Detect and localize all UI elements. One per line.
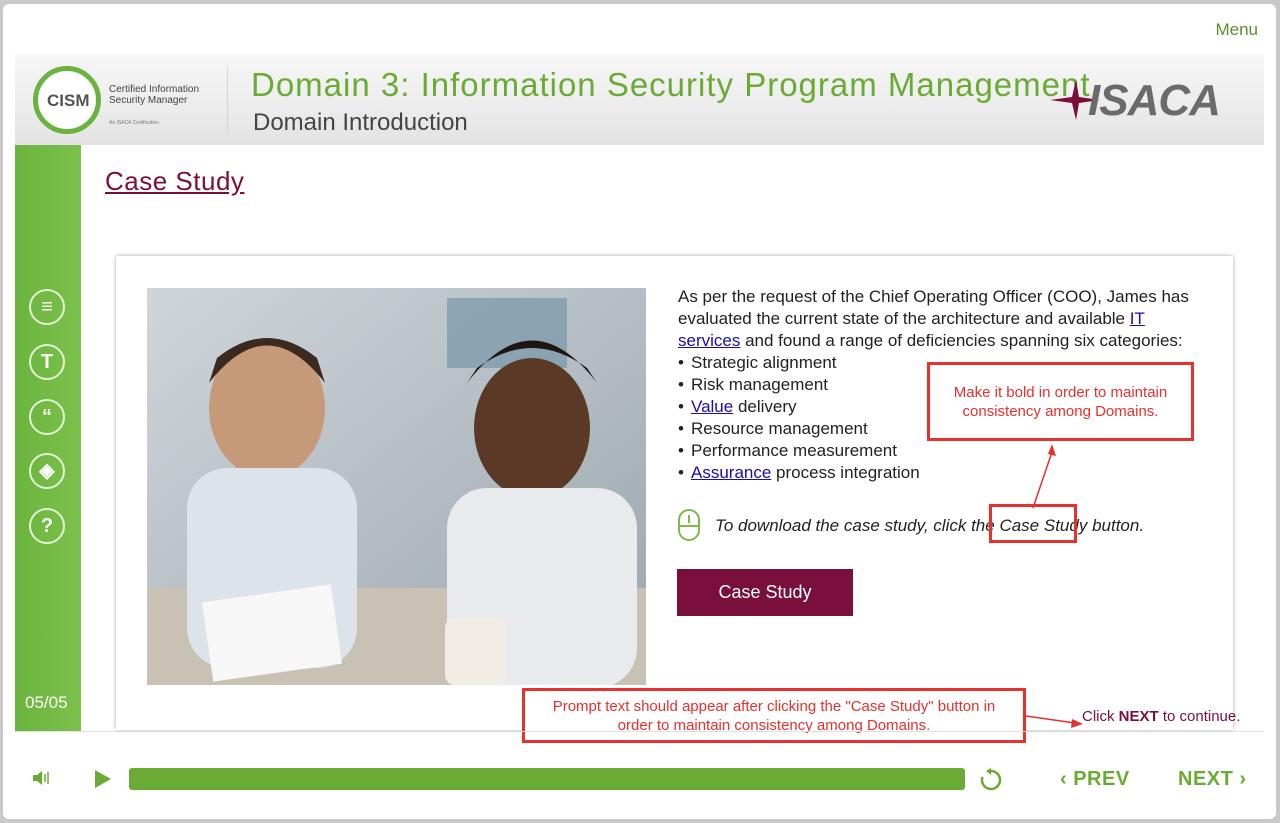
- footer-divider: [15, 731, 1264, 732]
- play-button[interactable]: [95, 770, 111, 788]
- click-next-post: to continue.: [1158, 708, 1241, 725]
- volume-icon[interactable]: [31, 768, 51, 788]
- click-next-pre: Click: [1082, 708, 1119, 725]
- replay-icon[interactable]: [979, 768, 1003, 792]
- next-button[interactable]: NEXT ›: [1178, 768, 1247, 791]
- chevron-right-icon: ›: [1233, 768, 1247, 790]
- next-label: NEXT: [1178, 768, 1234, 790]
- prev-label: PREV: [1073, 768, 1130, 790]
- progress-bar[interactable]: [129, 768, 965, 790]
- prev-button[interactable]: ‹ PREV: [1060, 768, 1130, 791]
- click-next-bold: NEXT: [1118, 708, 1159, 725]
- annotation-arrows: [1025, 444, 1083, 728]
- chevron-left-icon: ‹: [1060, 768, 1074, 790]
- course-player: Menu CISM Certified Information Security…: [3, 4, 1276, 819]
- click-next-prompt: Click NEXT to continue.: [1082, 708, 1240, 725]
- progress-fill: [129, 768, 965, 790]
